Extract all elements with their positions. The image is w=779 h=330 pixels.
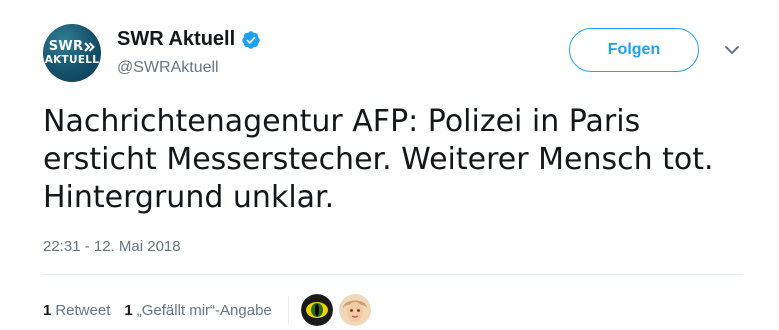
retweet-label: Retweet xyxy=(55,301,111,319)
green-eye-avatar-icon xyxy=(300,294,333,326)
liker-avatar-person[interactable] xyxy=(338,294,371,326)
author-handle[interactable]: @SWRAktuell xyxy=(117,59,219,77)
stats-separator xyxy=(287,296,289,324)
tweet-text-line-3: Hintergrund unklar. xyxy=(43,180,335,215)
chevron-down-icon[interactable] xyxy=(722,42,742,58)
author-avatar[interactable]: SWR AKTUELL xyxy=(43,24,101,82)
retweet-count: 1 xyxy=(43,301,52,319)
retweet-stat[interactable]: 1 Retweet xyxy=(43,302,110,319)
follow-button[interactable]: Folgen xyxy=(569,28,699,72)
like-stat[interactable]: 1 „Gefällt mir“-Angabe xyxy=(124,302,271,319)
double-chevron-icon xyxy=(84,42,96,52)
avatar-logo-text-bottom: AKTUELL xyxy=(44,54,100,67)
tweet-stats: 1 Retweet 1 „Gefällt mir“-Angabe xyxy=(43,294,377,326)
avatar-logo-top: SWR xyxy=(49,40,96,53)
like-count: 1 xyxy=(124,301,133,319)
tweet-text-line-2: ersticht Messerstecher. Weiterer Mensch … xyxy=(43,142,714,177)
tweet-timestamp[interactable]: 22:31 - 12. Mai 2018 xyxy=(43,238,181,255)
liker-avatar-green-eye[interactable] xyxy=(300,294,333,326)
display-name-row: SWR Aktuell xyxy=(117,28,261,51)
tweet-card: SWR AKTUELL SWR Aktuell @SWRAktuell Folg… xyxy=(0,0,779,330)
like-label: „Gefällt mir“-Angabe xyxy=(136,301,272,319)
tweet-text: Nachrichtenagentur AFP: Polizei in Paris… xyxy=(43,103,743,217)
display-name[interactable]: SWR Aktuell xyxy=(117,28,235,51)
verified-badge-icon xyxy=(241,30,261,50)
divider xyxy=(43,274,743,275)
avatar-logo-text-top: SWR xyxy=(48,39,84,55)
person-avatar-icon xyxy=(338,294,371,326)
tweet-text-line-1: Nachrichtenagentur AFP: Polizei in Paris xyxy=(43,104,641,139)
